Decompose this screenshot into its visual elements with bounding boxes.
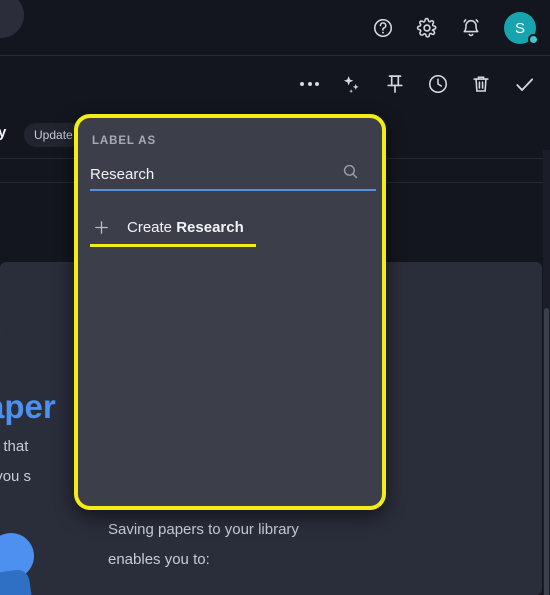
avatar-initial: S	[514, 19, 525, 37]
label-search-field[interactable]	[90, 160, 376, 192]
vertical-scrollbar-thumb[interactable]	[544, 308, 549, 595]
action-toolbar-icon-group	[300, 56, 536, 112]
truncated-tab-label[interactable]: y	[0, 124, 6, 141]
content-kicker: AR	[0, 322, 2, 339]
delete-trash-icon[interactable]	[470, 73, 492, 95]
content-body-line-2: hen you s	[0, 468, 32, 485]
confirm-check-icon[interactable]	[513, 73, 536, 96]
settings-gear-icon[interactable]	[416, 17, 438, 39]
sparkles-icon[interactable]	[340, 73, 363, 96]
create-label-name: Research	[176, 218, 244, 236]
avatar-status-dot	[528, 34, 539, 45]
create-label-text: Create Research	[127, 219, 244, 236]
user-avatar[interactable]: S	[504, 12, 539, 45]
pin-icon[interactable]	[384, 73, 406, 95]
label-search-input[interactable]	[90, 160, 340, 188]
app-root: S y Update per that ou s Saving papers t…	[0, 0, 550, 595]
content-body-line-1: pers that	[0, 438, 29, 455]
app-bar-icon-group: S	[372, 0, 539, 56]
content-sub-line-1: Saving papers to your library	[108, 521, 299, 538]
vertical-scrollbar-track[interactable]	[543, 150, 550, 595]
help-icon[interactable]	[372, 17, 394, 39]
notifications-bell-icon[interactable]	[460, 17, 482, 39]
plus-icon	[90, 218, 112, 237]
create-label-option[interactable]: Create Research	[90, 210, 376, 244]
create-prefix: Create	[127, 218, 177, 236]
content-headline: Paper	[0, 388, 56, 425]
content-sub-line-2: enables you to:	[108, 551, 210, 568]
search-field-underline	[90, 189, 376, 191]
create-option-highlight	[90, 244, 256, 247]
panel-title: LABEL AS	[92, 135, 157, 147]
history-clock-icon[interactable]	[427, 73, 449, 95]
action-toolbar	[0, 56, 550, 112]
search-icon	[341, 162, 360, 186]
top-app-bar: S	[0, 0, 550, 56]
label-as-dropdown-panel: LABEL AS Create Research	[74, 114, 386, 510]
more-options-icon[interactable]	[300, 82, 319, 86]
corner-decoration-orb	[0, 0, 24, 38]
